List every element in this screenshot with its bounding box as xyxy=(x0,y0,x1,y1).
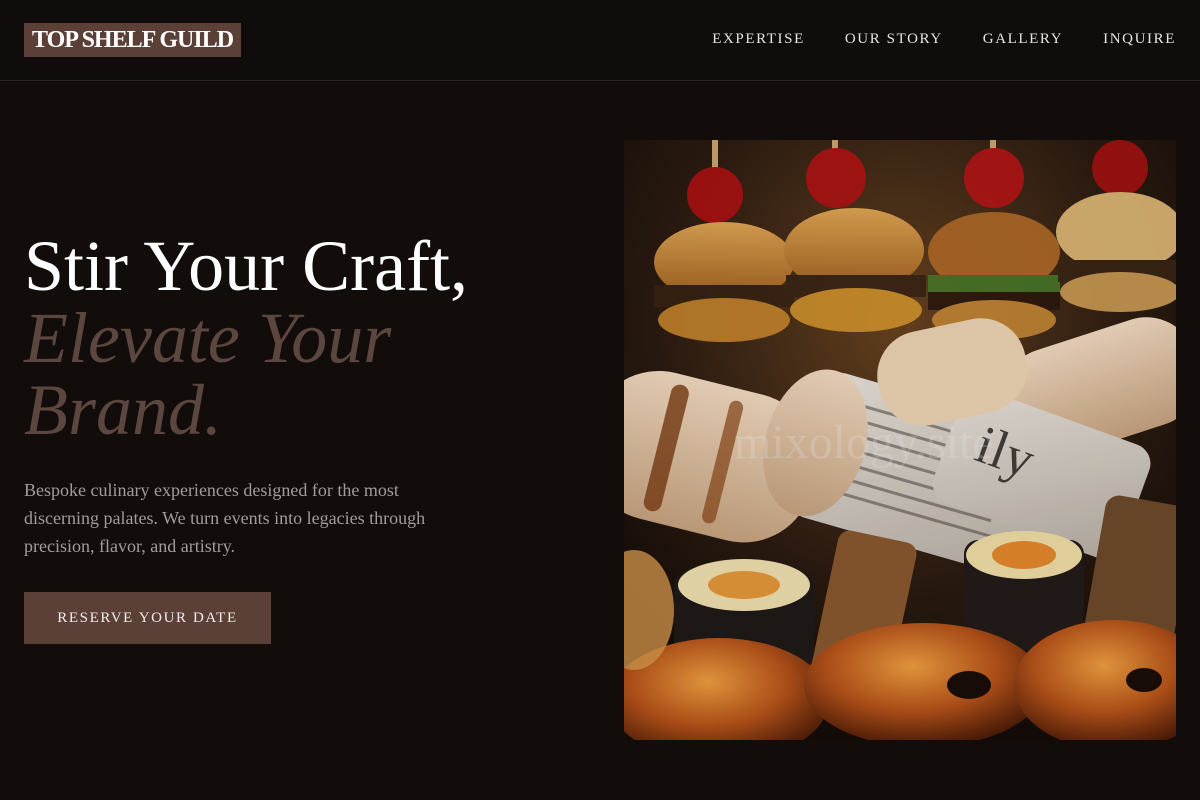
hero-description: Bespoke culinary experiences designed fo… xyxy=(24,480,426,556)
nav-link-gallery[interactable]: GALLERY xyxy=(983,30,1063,48)
nav-link-our-story[interactable]: OUR STORY xyxy=(845,30,943,48)
headline-accent: Elevate Your Brand. xyxy=(24,298,392,450)
hero-food-image: ily mixology.site xyxy=(624,140,1176,740)
nav-link-expertise[interactable]: EXPERTISE xyxy=(712,30,805,48)
food-photo-illustration: ily mixology.site xyxy=(624,140,1176,740)
hero-headline: Stir Your Craft, Elevate Your Brand. xyxy=(24,230,544,446)
reserve-date-button[interactable]: RESERVE YOUR DATE xyxy=(24,592,271,644)
headline-line-1: Stir Your Craft, xyxy=(24,226,469,306)
hero-section: Stir Your Craft, Elevate Your Brand. Bes… xyxy=(24,230,544,644)
main-nav: EXPERTISE OUR STORY GALLERY INQUIRE xyxy=(712,30,1176,48)
nav-link-inquire[interactable]: INQUIRE xyxy=(1103,30,1176,48)
brand-logo[interactable]: TOP SHELF GUILD xyxy=(24,23,242,57)
top-navigation-bar: TOP SHELF GUILD EXPERTISE OUR STORY GALL… xyxy=(0,0,1200,81)
